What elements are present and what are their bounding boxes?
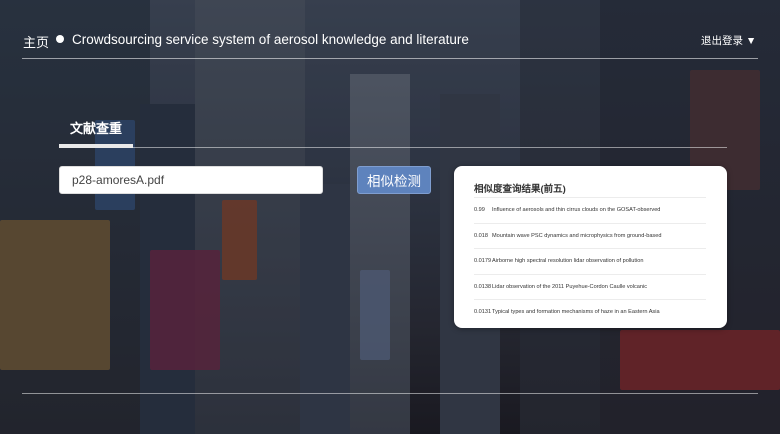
results-panel-title: 相似度查询结果(前五) [474,184,566,195]
similarity-score: 0.0138 [474,283,492,290]
similarity-detect-button[interactable]: 相似检测 [357,166,431,194]
home-link[interactable]: 主页 [23,32,49,51]
logout-menu[interactable]: 退出登录 ▼ [701,33,756,48]
file-input[interactable] [59,166,323,194]
section-divider [59,147,727,148]
similarity-score: 0.99 [474,207,485,214]
similarity-score: 0.018 [474,232,488,239]
result-row[interactable]: 0.018 Mountain wave PSC dynamics and mic… [474,222,706,249]
site-title: Crowdsourcing service system of aerosol … [72,32,469,47]
result-row[interactable]: 0.0179 Airborne high spectral resolution… [474,248,706,274]
paper-title: Airborne high spectral resolution lidar … [492,258,644,265]
footer-divider [22,393,758,394]
similarity-score: 0.0131 [474,309,492,316]
paper-title: Typical types and formation mechanisms o… [492,309,660,316]
result-row[interactable]: 0.0131 Typical types and formation mecha… [474,299,706,325]
paper-title: Mountain wave PSC dynamics and microphys… [492,232,662,239]
paper-title: Influence of aerosols and thin cirrus cl… [492,207,661,214]
similarity-score: 0.0179 [474,258,492,265]
bullet-icon [56,35,64,43]
section-title: 文献查重 [70,121,123,136]
header-divider [22,58,758,59]
result-row[interactable]: 0.0138 Lidar observation of the 2011 Puy… [474,273,706,300]
result-row[interactable]: 0.99 Influence of aerosols and thin cirr… [474,197,706,223]
paper-title: Lidar observation of the 2011 Puyehue-Co… [492,283,648,290]
results-list: 0.99 Influence of aerosols and thin cirr… [474,197,706,325]
results-panel: 相似度查询结果(前五) 0.99 Influence of aerosols a… [454,166,727,328]
section-underline [59,144,133,148]
